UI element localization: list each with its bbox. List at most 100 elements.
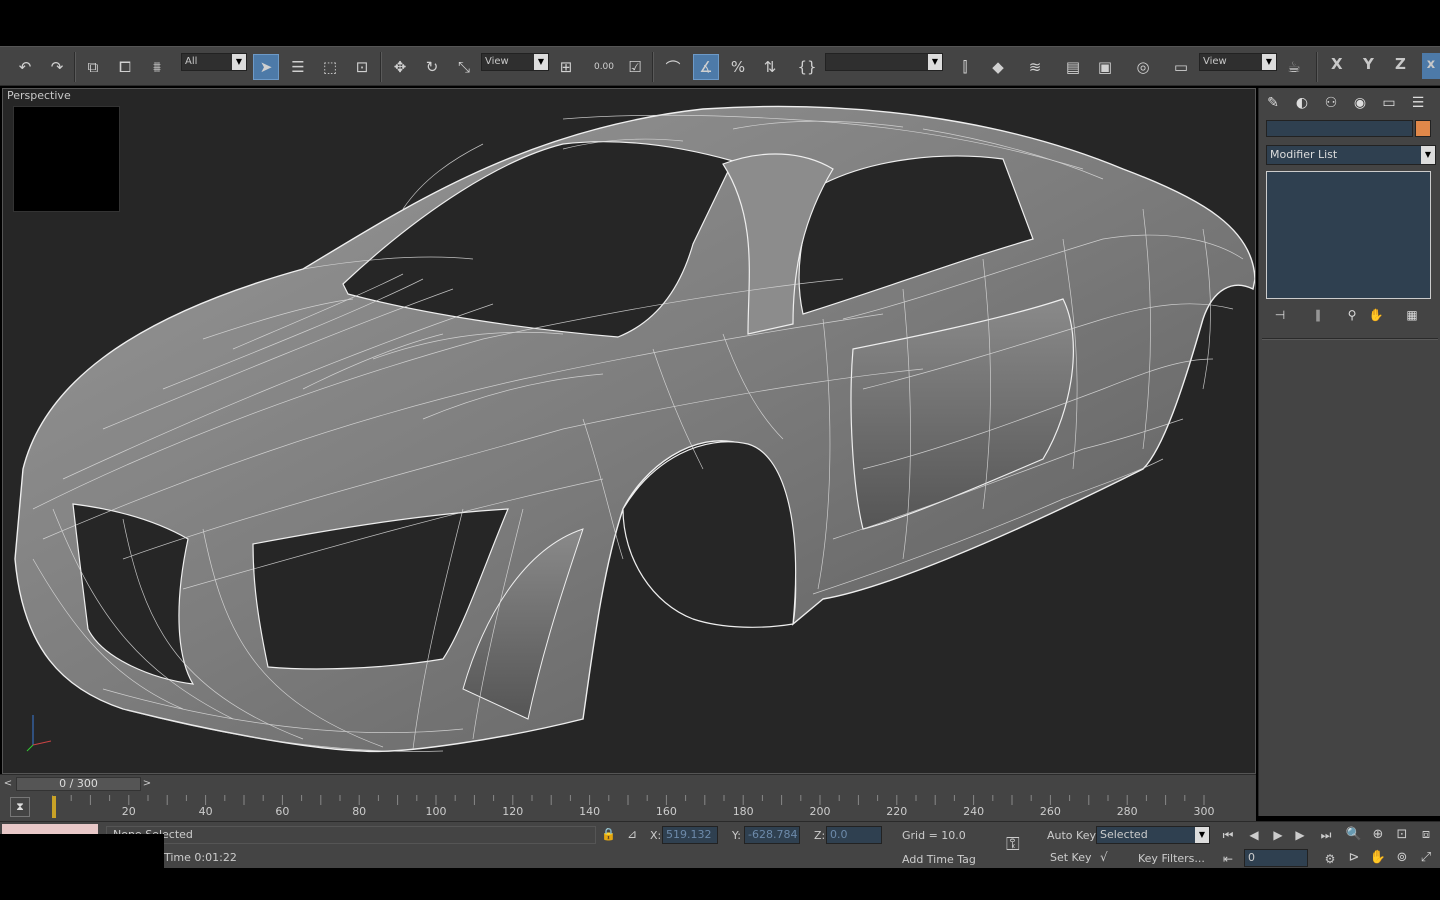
render-production-icon[interactable]: ☕ <box>1281 54 1307 80</box>
select-and-rotate-icon[interactable]: ↻ <box>419 54 445 80</box>
chevron-down-icon: ▼ <box>1195 827 1209 843</box>
maximize-viewport-icon[interactable]: ⤢ <box>1416 849 1436 867</box>
render-view-dropdown[interactable]: View ▼ <box>1199 53 1277 71</box>
undo-icon[interactable]: ↶ <box>12 54 38 80</box>
bind-to-space-warp-icon[interactable]: ⩩ <box>144 54 170 80</box>
make-unique-icon[interactable]: ⚲ <box>1341 306 1363 324</box>
chevron-down-icon: ▼ <box>534 54 548 70</box>
modifier-list-dropdown[interactable]: Modifier List ▼ <box>1266 145 1436 165</box>
material-editor-icon[interactable]: ◎ <box>1130 54 1156 80</box>
show-end-result-icon[interactable]: ∥ <box>1307 306 1329 324</box>
3dsmax-window: ↶ ↷ ⧉ ⧠ ⩩ All ▼ ➤ ☰ ⬚ ⊡ ✥ ↻ ⤡ View ▼ ⊞ 0… <box>0 0 1440 900</box>
open-mini-curve-editor-icon[interactable]: ⧗ <box>10 797 30 817</box>
object-name-input[interactable] <box>1266 120 1413 137</box>
close-button[interactable]: x <box>1422 53 1440 79</box>
zoom-extents-icon[interactable]: ⊡ <box>1392 826 1412 844</box>
add-time-tag-button[interactable]: Add Time Tag <box>902 853 976 866</box>
use-pivot-center-icon[interactable]: ⊞ <box>553 54 579 80</box>
named-selection-dropdown[interactable]: ▼ <box>825 53 943 71</box>
pin-stack-icon[interactable]: ⊣ <box>1269 306 1291 324</box>
keyboard-shortcut-override-icon[interactable]: 0.00 <box>591 54 617 80</box>
axis-z-button[interactable]: Z <box>1395 55 1406 73</box>
percent-snap-icon[interactable]: % <box>725 54 751 80</box>
track-tick-label: 20 <box>121 805 136 818</box>
lock-selection-icon[interactable]: 🔒 <box>601 827 616 841</box>
key-icon[interactable]: ⚿ <box>1006 834 1020 855</box>
hierarchy-tab-icon[interactable]: ⚇ <box>1319 92 1343 114</box>
pan-view-icon[interactable]: ✋ <box>1368 849 1388 867</box>
motion-tab-icon[interactable]: ◉ <box>1348 92 1372 114</box>
angle-snap-icon[interactable]: ∡ <box>693 54 719 80</box>
redo-icon[interactable]: ↷ <box>44 54 70 80</box>
z-coordinate-field[interactable]: 0.0 <box>826 826 882 844</box>
select-object-icon[interactable]: ➤ <box>253 54 279 80</box>
track-tick-label: 100 <box>425 805 447 818</box>
unlink-selection-icon[interactable]: ⧠ <box>112 54 138 80</box>
absolute-mode-icon[interactable]: ⊿ <box>627 827 637 841</box>
viewport-thumbnail <box>13 106 120 212</box>
auto-key-button[interactable]: Auto Key <box>1047 829 1096 842</box>
current-frame-field[interactable]: 0 <box>1244 849 1308 867</box>
schematic-view-icon[interactable]: ▣ <box>1092 54 1118 80</box>
zoom-extents-all-icon[interactable]: ⧈ <box>1416 826 1436 844</box>
window-crossing-icon[interactable]: ⊡ <box>349 54 375 80</box>
axis-y-button[interactable]: Y <box>1363 55 1374 73</box>
track-tick-label: 280 <box>1116 805 1138 818</box>
modifier-stack-list[interactable] <box>1266 171 1431 299</box>
orbit-icon[interactable]: ⊚ <box>1392 849 1412 867</box>
next-frame-icon[interactable]: ▶ <box>1290 826 1310 844</box>
manipulate-icon[interactable]: ☑ <box>622 54 648 80</box>
command-panel: ✎ ◐ ⚇ ◉ ▭ ☰ Modifier List ▼ ⊣ ∥ ⚲ ✋ ▦ <box>1258 88 1440 816</box>
align-icon[interactable]: ◆ <box>985 54 1011 80</box>
x-coordinate-field[interactable]: 519.132 <box>662 826 718 844</box>
field-of-view-icon[interactable]: ⊳ <box>1344 849 1364 867</box>
set-key-button[interactable]: Set Key <box>1050 851 1092 864</box>
selection-filter-dropdown[interactable]: All ▼ <box>181 53 247 71</box>
car-wireframe-model[interactable] <box>3 89 1256 774</box>
select-and-link-icon[interactable]: ⧉ <box>80 54 106 80</box>
key-filters-button[interactable]: Key Filters... <box>1138 852 1205 865</box>
utilities-tab-icon[interactable]: ☰ <box>1406 92 1430 114</box>
display-tab-icon[interactable]: ▭ <box>1377 92 1401 114</box>
default-in-out-tangents-icon[interactable]: √ <box>1100 850 1108 864</box>
play-icon[interactable]: ▶ <box>1268 826 1288 844</box>
go-to-start-icon[interactable]: ⏮ <box>1218 826 1238 844</box>
render-setup-icon[interactable]: ▭ <box>1168 54 1194 80</box>
bottom-border <box>0 868 1440 900</box>
spinner-snap-icon[interactable]: ⇅ <box>757 54 783 80</box>
create-tab-icon[interactable]: ✎ <box>1261 92 1285 114</box>
reference-coordinate-dropdown[interactable]: View ▼ <box>481 53 549 71</box>
modify-tab-icon[interactable]: ◐ <box>1290 92 1314 114</box>
viewport-label[interactable]: Perspective <box>7 89 71 102</box>
time-slider[interactable]: < 0 / 300 > <box>0 774 1256 793</box>
key-mode-dropdown[interactable]: Selected ▼ <box>1096 826 1210 844</box>
y-coordinate-field[interactable]: -628.784 <box>744 826 800 844</box>
select-and-move-icon[interactable]: ✥ <box>387 54 413 80</box>
zoom-all-icon[interactable]: ⊕ <box>1368 826 1388 844</box>
time-slider-thumb[interactable]: 0 / 300 <box>16 777 141 791</box>
time-slider-next-button[interactable]: > <box>141 777 153 791</box>
mirror-icon[interactable]: ⫿ <box>952 54 978 80</box>
previous-frame-icon[interactable]: ◀ <box>1244 826 1264 844</box>
go-to-end-icon[interactable]: ⏭ <box>1316 826 1336 844</box>
snaps-toggle-icon[interactable]: ⌒ <box>660 54 686 80</box>
key-mode-toggle-icon[interactable]: ⇤ <box>1218 850 1238 868</box>
curve-editor-icon[interactable]: ▤ <box>1060 54 1086 80</box>
layer-manager-icon[interactable]: ≋ <box>1022 54 1048 80</box>
time-configuration-icon[interactable]: ⚙ <box>1320 850 1340 868</box>
axis-x-button[interactable]: X <box>1331 55 1343 73</box>
rectangular-selection-icon[interactable]: ⬚ <box>317 54 343 80</box>
reference-coordinate-value: View <box>485 56 509 67</box>
configure-modifier-sets-icon[interactable]: ▦ <box>1401 306 1423 324</box>
remove-modifier-icon[interactable]: ✋ <box>1365 306 1387 324</box>
select-and-scale-icon[interactable]: ⤡ <box>451 54 477 80</box>
zoom-icon[interactable]: 🔍 <box>1344 826 1364 844</box>
edit-named-selection-icon[interactable]: {} <box>794 54 820 80</box>
select-by-name-icon[interactable]: ☰ <box>285 54 311 80</box>
track-tick-label: 80 <box>352 805 367 818</box>
panel-divider <box>1262 338 1438 340</box>
object-color-swatch[interactable] <box>1415 120 1431 137</box>
track-bar[interactable]: ⧗ 20 40 60 80 100 120 140 160 180 200 220 240 260 280… <box>0 793 1256 821</box>
perspective-viewport[interactable]: Perspective <box>2 88 1256 774</box>
time-slider-prev-button[interactable]: < <box>2 777 14 791</box>
